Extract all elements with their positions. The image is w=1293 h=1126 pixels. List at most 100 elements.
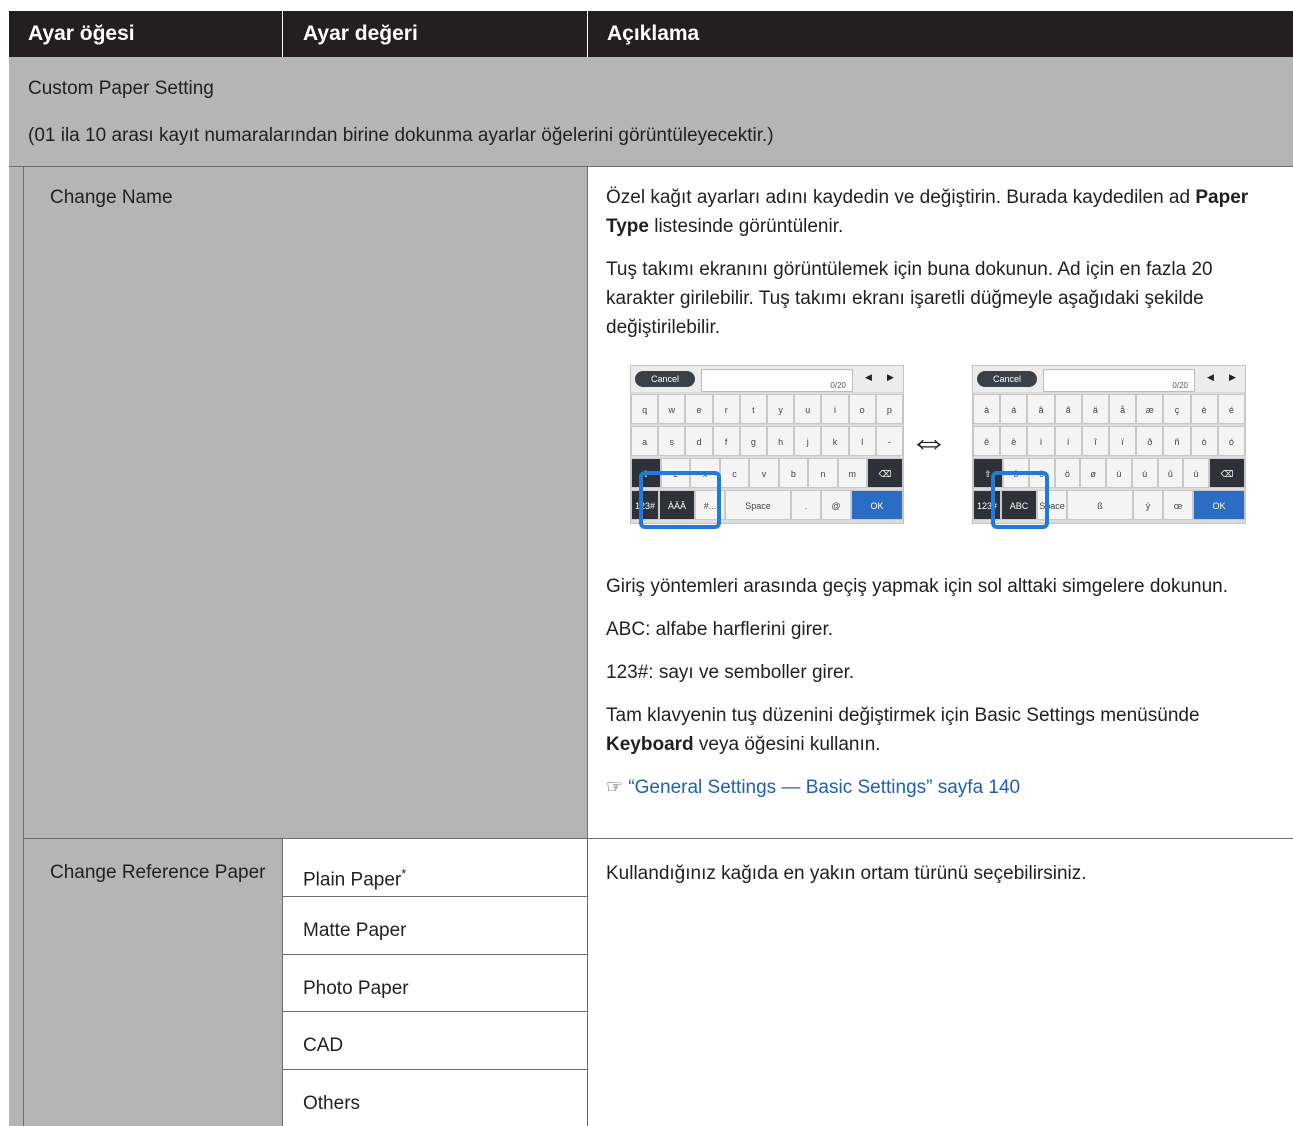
column-divider <box>587 167 588 1126</box>
keyboard-key: à <box>973 394 1001 424</box>
keyboard-key: p <box>875 394 903 424</box>
keyboard-key: ß <box>1067 490 1133 520</box>
keyboard-key: a <box>631 426 659 456</box>
column-divider <box>282 839 283 1126</box>
general-settings-link[interactable]: ☞ “General Settings — Basic Settings” sa… <box>606 773 1276 802</box>
keyboard-key: u <box>794 394 822 424</box>
keyboard-key: o <box>848 394 876 424</box>
keyboard-key: y <box>767 394 795 424</box>
keyboard-key: q <box>631 394 659 424</box>
keyboard-top-bar: Cancel 0/20 ◀ ▶ <box>973 366 1245 392</box>
keyboard-key: v <box>749 458 779 488</box>
ok-key: OK <box>851 490 903 520</box>
change-reference-description: Kullandığınız kağıda en yakın ortam türü… <box>606 863 1087 884</box>
keyboard-key: é <box>1217 394 1245 424</box>
desc-paragraph-3: Giriş yöntemleri arasında geçiş yapmak i… <box>606 576 1228 597</box>
keyboard-key: w <box>658 394 686 424</box>
arrow-left-icon: ◀ <box>865 372 872 382</box>
keyboard-key: è <box>1190 394 1218 424</box>
keyboard-key: l <box>848 426 876 456</box>
keyboard-key: Space <box>725 490 791 520</box>
keyboard-key: ü <box>1183 458 1209 488</box>
keyboard-key: f <box>712 426 740 456</box>
header-setting-item: Ayar öğesi <box>28 22 135 45</box>
value-divider <box>283 1068 587 1070</box>
reference-icon: ☞ <box>606 777 624 798</box>
name-input-field: 0/20 <box>1043 369 1195 392</box>
keyboard-key: m <box>837 458 867 488</box>
keyboard-key: k <box>821 426 849 456</box>
keyboard-key: ë <box>1000 426 1028 456</box>
keyboard-key: @ <box>821 490 851 520</box>
keyboard-key: ê <box>973 426 1001 456</box>
keyboard-key: n <box>808 458 838 488</box>
change-name-description: Özel kağıt ayarları adını kaydedin ve de… <box>606 183 1276 342</box>
cancel-button: Cancel <box>635 371 695 387</box>
reference-paper-option: Matte Paper <box>303 920 407 942</box>
key-row-2: asdfghjkl- <box>631 426 903 456</box>
change-name-item-cell <box>24 167 587 838</box>
header-description: Açıklama <box>607 22 700 45</box>
keyboard-key: ÿ <box>1133 490 1163 520</box>
header-divider <box>282 11 283 57</box>
keyboard-key: j <box>794 426 822 456</box>
desc-paragraph-6: Tam klavyenin tuş düzenini değiştirmek i… <box>606 705 1200 755</box>
keyboard-key: c <box>719 458 750 488</box>
value-divider <box>283 896 587 898</box>
keyboard-key: g <box>739 426 767 456</box>
keyboard-key: ò <box>1190 426 1218 456</box>
keyboard-key: å <box>1109 394 1137 424</box>
name-input-field: 0/20 <box>701 369 853 392</box>
key-row-1: àáâãäåæçèé <box>973 394 1245 424</box>
keyboard-key: . <box>791 490 821 520</box>
table-header: Ayar öğesi Ayar değeri Açıklama <box>9 11 1293 57</box>
footnote-mark: * <box>401 866 407 881</box>
keyboard-key: í <box>1054 426 1082 456</box>
keyboard-key: d <box>685 426 713 456</box>
reference-paper-option: Plain Paper* <box>303 866 407 891</box>
keyboard-key: b <box>778 458 809 488</box>
keyboard-key: î <box>1081 426 1109 456</box>
desc-paragraph-5: 123#: sayı ve semboller girer. <box>606 662 855 683</box>
section-title: Custom Paper Setting <box>28 78 214 99</box>
keyboard-key: i <box>821 394 849 424</box>
keyboard-key: h <box>767 426 795 456</box>
reference-paper-option: Others <box>303 1092 361 1114</box>
reference-paper-option: Photo Paper <box>303 977 409 999</box>
arrow-left-icon: ◀ <box>1207 372 1214 382</box>
settings-table: Ayar öğesi Ayar değeri Açıklama Custom P… <box>9 11 1293 1126</box>
backspace-icon: ⌫ <box>1209 458 1245 488</box>
ok-key: OK <box>1193 490 1245 520</box>
change-name-description-cont: Giriş yöntemleri arasında geçiş yapmak i… <box>606 572 1276 802</box>
keyboard-key: ð <box>1136 426 1164 456</box>
keyboard-key: û <box>1157 458 1184 488</box>
keyboard-key: œ <box>1163 490 1193 520</box>
keyboard-key: ç <box>1163 394 1191 424</box>
header-setting-value: Ayar değeri <box>303 22 418 45</box>
backspace-icon: ⌫ <box>867 458 903 488</box>
desc-paragraph-2: Tuş takımı ekranını görüntülemek için bu… <box>606 259 1213 338</box>
indent-strip <box>9 167 24 1126</box>
keyboard-key: t <box>739 394 767 424</box>
key-row-2: êëìíîïðñòó <box>973 426 1245 456</box>
keyboard-key: æ <box>1136 394 1164 424</box>
desc-paragraph-4: ABC: alfabe harflerini girer. <box>606 619 834 640</box>
cancel-button: Cancel <box>977 371 1037 387</box>
highlight-accent-key <box>639 471 721 529</box>
section-custom-paper-setting: Custom Paper Setting (01 ila 10 arası ka… <box>9 57 1293 167</box>
keyboard-top-bar: Cancel 0/20 ◀ ▶ <box>631 366 903 392</box>
section-note: (01 ila 10 arası kayıt numaralarından bi… <box>28 125 774 146</box>
keyboard-key: á <box>1000 394 1028 424</box>
swap-arrow-icon: ⇔ <box>909 419 949 463</box>
keyboard-key: ï <box>1109 426 1137 456</box>
keyboard-key: ä <box>1081 394 1109 424</box>
arrow-right-icon: ▶ <box>1229 372 1236 382</box>
reference-paper-option: CAD <box>303 1035 344 1057</box>
keyboard-key: ì <box>1027 426 1055 456</box>
keyboard-key: e <box>685 394 713 424</box>
change-name-label: Change Name <box>50 187 173 208</box>
value-divider <box>283 1011 587 1013</box>
highlight-abc-key <box>991 471 1049 529</box>
change-reference-label: Change Reference Paper <box>50 862 266 883</box>
keyboard-key: r <box>712 394 740 424</box>
